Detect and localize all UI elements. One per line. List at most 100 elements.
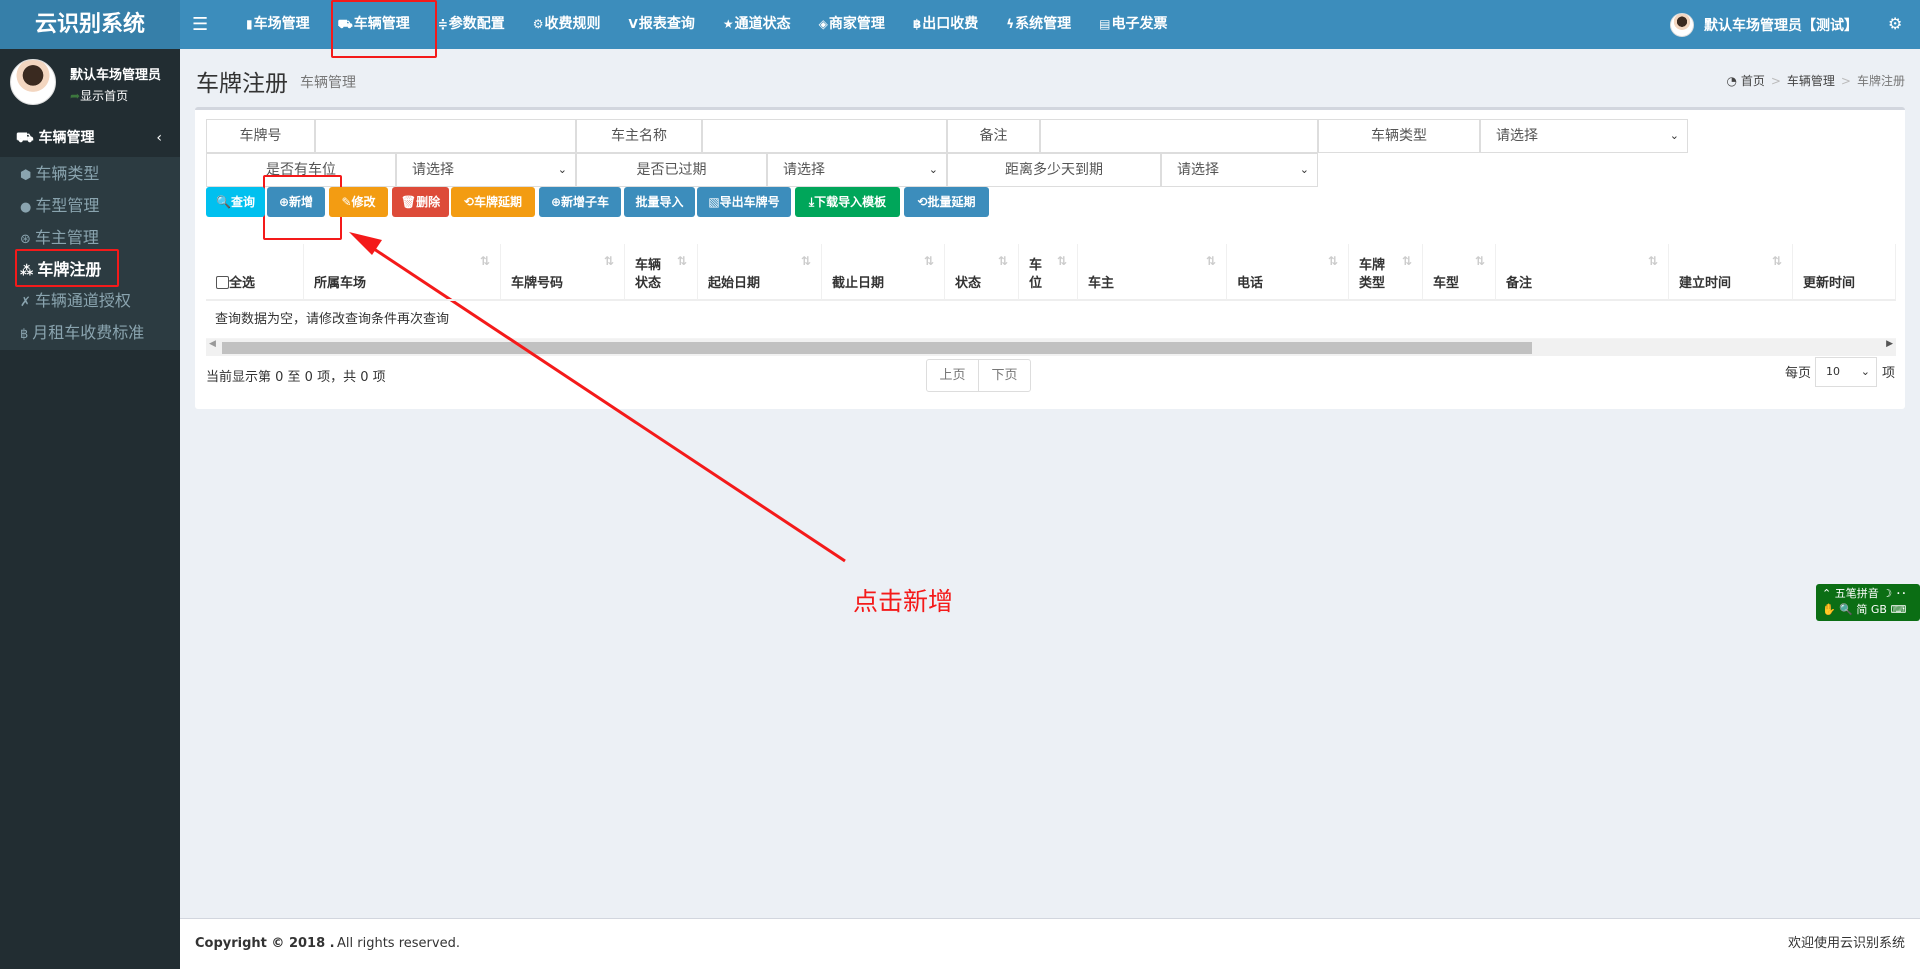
ime-mode[interactable]: 简 — [1856, 603, 1867, 616]
button-icon: ⊕ — [550, 195, 562, 209]
column-label: 截止日期 — [832, 276, 885, 291]
column-label: 更新时间 — [1803, 276, 1856, 291]
toolbar-button[interactable]: ⟲批量延期 — [904, 187, 989, 217]
sort-icon[interactable]: ⇅ — [1402, 254, 1412, 268]
sidebar-item-label: 车牌注册 — [37, 260, 102, 279]
toolbar-button[interactable]: ▧导出车牌号 — [697, 187, 791, 217]
column-label: 所属车场 — [314, 276, 367, 291]
sort-icon[interactable]: ⇅ — [998, 254, 1008, 268]
toolbar-button[interactable]: ⊕新增 — [267, 187, 325, 217]
button-label: 车牌延期 — [474, 195, 523, 209]
button-icon: ⟲ — [463, 195, 475, 209]
sidebar-item[interactable]: ● 车型管理 — [20, 192, 99, 220]
column-label: 状态 — [955, 276, 982, 291]
sidebar-item-icon: ✗ — [20, 295, 31, 310]
ime-toolbar[interactable]: ⌃ 五笔拼音 ☽ ･･ ✋ 🔍 简 GB ⌨ — [1816, 584, 1920, 621]
column-label: 车牌 类型 — [1359, 258, 1386, 291]
toolbar-button[interactable]: 🔍查询 — [206, 187, 265, 217]
button-icon: ⟲ — [917, 195, 928, 209]
button-icon: ▧ — [708, 195, 720, 209]
column-header[interactable]: 车牌号码 ⇅ — [501, 244, 625, 301]
sort-icon[interactable]: ⇅ — [801, 254, 811, 268]
ime-charset[interactable]: GB — [1871, 603, 1887, 616]
column-header[interactable]: 所属车场 ⇅ — [304, 244, 501, 301]
column-label: 建立时间 — [1679, 276, 1732, 291]
toolbar-button[interactable]: ⊕新增子车 — [539, 187, 621, 217]
column-label: 备注 — [1506, 276, 1533, 291]
sort-icon[interactable]: ⇅ — [480, 254, 490, 268]
sidebar-item-label: 月租车收费标准 — [32, 323, 145, 342]
button-icon: ⊕ — [278, 195, 290, 209]
button-label: 修改 — [351, 195, 376, 209]
column-label: 起始日期 — [708, 276, 761, 291]
rights: All rights reserved. — [337, 936, 460, 951]
toolbar-button[interactable]: 🗑删除 — [392, 187, 449, 217]
button-label: 导出车牌号 — [719, 195, 780, 209]
ime-name: 五笔拼音 — [1834, 587, 1879, 600]
button-label: 查询 — [230, 195, 255, 209]
copyright: Copyright © 2018 . — [195, 936, 335, 951]
button-label: 新增 — [289, 195, 314, 209]
button-icon: 🔍 — [216, 195, 231, 209]
collapse-icon[interactable]: ⌃ — [1822, 587, 1835, 600]
sort-icon[interactable]: ⇅ — [1772, 254, 1782, 268]
footer: Copyright © 2018 . All rights reserved. … — [180, 918, 1920, 969]
sort-icon[interactable]: ⇅ — [1206, 254, 1216, 268]
column-header[interactable]: 建立时间 ⇅ — [1669, 244, 1793, 301]
button-label: 新增子车 — [561, 195, 610, 209]
column-header[interactable]: 更新时间 — [1793, 244, 1896, 301]
column-label: 车型 — [1433, 276, 1460, 291]
column-header[interactable]: 车 位 ⇅ — [1019, 244, 1078, 301]
annotation-arrow — [349, 232, 846, 563]
sidebar-item-icon: ⊛ — [20, 232, 31, 247]
button-icon: ✎ — [341, 195, 352, 209]
toolbar-button[interactable]: 批量导入 — [624, 187, 695, 217]
column-label: 车辆 状态 — [635, 258, 662, 291]
sidebar-item-icon: ⬢ — [20, 168, 32, 183]
sort-icon[interactable]: ⇅ — [677, 254, 687, 268]
sidebar-item-label: 车辆通道授权 — [34, 291, 131, 310]
column-label: 车牌号码 — [511, 276, 564, 291]
welcome-text: 欢迎使用云识别系统 — [1787, 936, 1905, 951]
column-header[interactable]: 状态 ⇅ — [945, 244, 1019, 301]
column-label: 电话 — [1237, 276, 1264, 291]
sidebar-item[interactable]: ⊛ 车主管理 — [20, 224, 99, 252]
sort-icon[interactable]: ⇅ — [1057, 254, 1067, 268]
search-icon[interactable]: 🔍 — [1839, 603, 1853, 616]
column-header[interactable]: 车型 ⇅ — [1423, 244, 1496, 301]
sidebar-item[interactable]: ⬢ 车辆类型 — [20, 160, 99, 188]
button-label: 批量导入 — [635, 195, 684, 209]
toolbar-button[interactable]: ⟲车牌延期 — [451, 187, 535, 217]
column-header[interactable]: 车主 ⇅ — [1078, 244, 1227, 301]
toolbar-button[interactable]: ✎修改 — [329, 187, 388, 217]
button-label: 批量延期 — [927, 195, 976, 209]
sidebar-item[interactable]: ฿月租车收费标准 — [20, 319, 144, 347]
column-header[interactable]: 备注 ⇅ — [1496, 244, 1669, 301]
button-icon: 🗑 — [400, 195, 417, 209]
hand-icon[interactable]: ✋ — [1822, 603, 1836, 616]
sort-icon[interactable]: ⇅ — [1328, 254, 1338, 268]
column-label: 车主 — [1088, 276, 1115, 291]
sort-icon[interactable]: ⇅ — [604, 254, 614, 268]
sidebar-item-icon: ● — [20, 200, 32, 215]
sort-icon[interactable]: ⇅ — [1648, 254, 1658, 268]
column-header[interactable]: 起始日期 ⇅ — [698, 244, 822, 301]
column-header[interactable]: 车牌 类型 ⇅ — [1349, 244, 1423, 301]
button-label: 下载导入模板 — [814, 195, 887, 209]
column-header[interactable]: 截止日期 ⇅ — [822, 244, 945, 301]
sidebar-item-icon: ⁂ — [20, 264, 34, 279]
sidebar-item-icon: ฿ — [20, 327, 29, 342]
sidebar-item-label: 车辆类型 — [35, 164, 100, 183]
column-header[interactable]: 电话 ⇅ — [1227, 244, 1349, 301]
sidebar-item-label: 车主管理 — [34, 228, 99, 247]
sidebar-item[interactable]: ✗ 车辆通道授权 — [20, 287, 131, 315]
button-label: 删除 — [416, 195, 441, 209]
column-label: 车 位 — [1029, 258, 1043, 291]
sort-icon[interactable]: ⇅ — [1475, 254, 1485, 268]
toolbar-button[interactable]: ⤓下载导入模板 — [795, 187, 900, 217]
sort-icon[interactable]: ⇅ — [924, 254, 934, 268]
keyboard-icon[interactable]: ⌨ — [1890, 603, 1906, 616]
column-header[interactable]: 车辆 状态 ⇅ — [625, 244, 698, 301]
sidebar-item[interactable]: ⁂ 车牌注册 — [20, 256, 101, 284]
sidebar-item-label: 车型管理 — [35, 196, 100, 215]
